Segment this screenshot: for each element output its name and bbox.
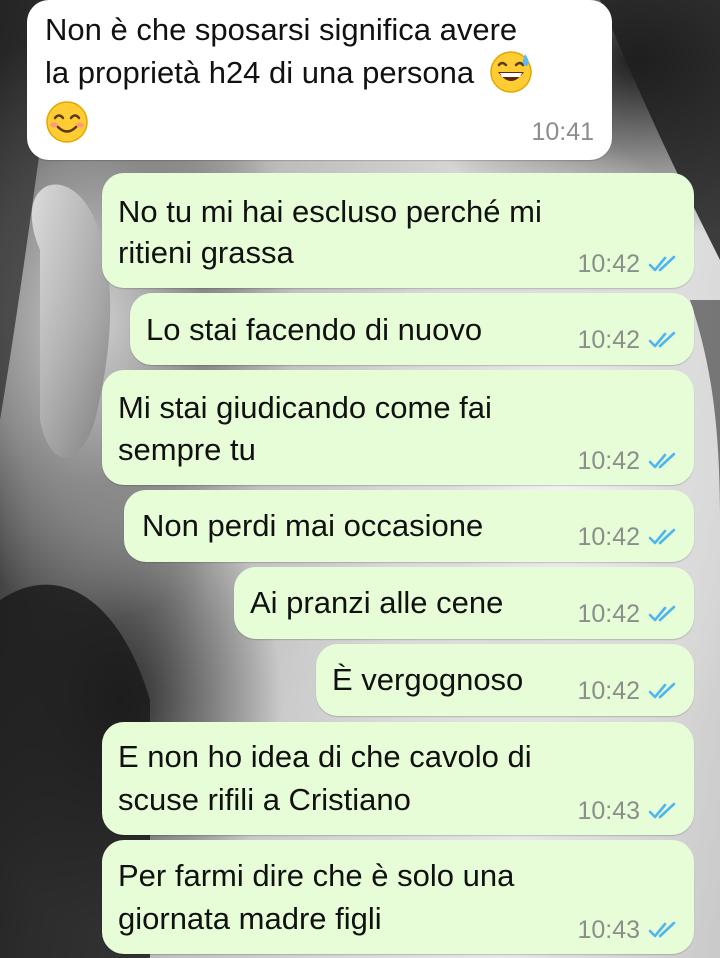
message-meta: 10:42 xyxy=(577,677,678,705)
message-text-line: scuse rifili a Cristiano xyxy=(118,782,411,817)
message-time: 10:42 xyxy=(577,326,640,354)
message-text-line: ritieni grassa xyxy=(118,235,294,270)
double-check-read-icon xyxy=(648,802,676,819)
double-check-read-icon xyxy=(648,255,676,272)
message-text-line: Lo stai facendo di nuovo xyxy=(146,312,483,347)
message-text-line: E non ho idea di che cavolo di xyxy=(118,739,532,774)
message-time: 10:42 xyxy=(577,523,640,551)
grinning-face-with-sweat-icon xyxy=(490,51,532,93)
message-text-line: No tu mi hai escluso perché mi xyxy=(118,194,542,229)
message-meta: 10:42 xyxy=(577,326,678,354)
message-bubble-outgoing[interactable]: Lo stai facendo di nuovo 10:42 xyxy=(130,293,694,365)
message-time: 10:42 xyxy=(577,447,640,475)
message-bubble-incoming[interactable]: Non è che sposarsi significa avere la pr… xyxy=(27,0,612,160)
message-text-line: Ai pranzi alle cene xyxy=(250,585,504,620)
message-meta: 10:41 xyxy=(531,118,594,146)
message-text-line: È vergognoso xyxy=(332,662,524,697)
message-meta: 10:42 xyxy=(577,250,678,278)
message-time: 10:43 xyxy=(577,916,640,944)
double-check-read-icon xyxy=(648,921,676,938)
message-text-line: Per farmi dire che è solo una xyxy=(118,858,515,893)
message-bubble-outgoing[interactable]: Per farmi dire che è solo una giornata m… xyxy=(102,840,694,954)
message-bubble-outgoing[interactable]: Non perdi mai occasione 10:42 xyxy=(124,490,694,562)
message-text-line: giornata madre figli xyxy=(118,901,382,936)
message-time: 10:43 xyxy=(577,797,640,825)
message-bubble-outgoing[interactable]: Ai pranzi alle cene 10:42 xyxy=(234,567,694,639)
message-bubble-outgoing[interactable]: È vergognoso 10:42 xyxy=(316,644,694,716)
message-time: 10:41 xyxy=(531,118,594,146)
double-check-read-icon xyxy=(648,331,676,348)
smiling-face-with-smiling-eyes-icon xyxy=(46,101,88,143)
message-meta: 10:42 xyxy=(577,523,678,551)
message-meta: 10:43 xyxy=(577,916,678,944)
message-bubble-outgoing[interactable]: E non ho idea di che cavolo di scuse rif… xyxy=(102,722,694,835)
message-meta: 10:43 xyxy=(577,797,678,825)
message-text-line: la proprietà h24 di una persona xyxy=(45,51,533,94)
message-text-line: Non è che sposarsi significa avere xyxy=(45,12,518,47)
message-time: 10:42 xyxy=(577,600,640,628)
message-text-line: sempre tu xyxy=(118,432,256,467)
message-time: 10:42 xyxy=(577,677,640,705)
double-check-read-icon xyxy=(648,452,676,469)
message-meta: 10:42 xyxy=(577,600,678,628)
message-time: 10:42 xyxy=(577,250,640,278)
message-bubble-outgoing[interactable]: No tu mi hai escluso perché mi ritieni g… xyxy=(102,173,694,288)
message-text-line: Mi stai giudicando come fai xyxy=(118,390,492,425)
message-meta: 10:42 xyxy=(577,447,678,475)
message-text-line: Non perdi mai occasione xyxy=(142,508,484,543)
double-check-read-icon xyxy=(648,682,676,699)
double-check-read-icon xyxy=(648,528,676,545)
message-bubble-outgoing[interactable]: Mi stai giudicando come fai sempre tu 10… xyxy=(102,370,694,485)
double-check-read-icon xyxy=(648,605,676,622)
